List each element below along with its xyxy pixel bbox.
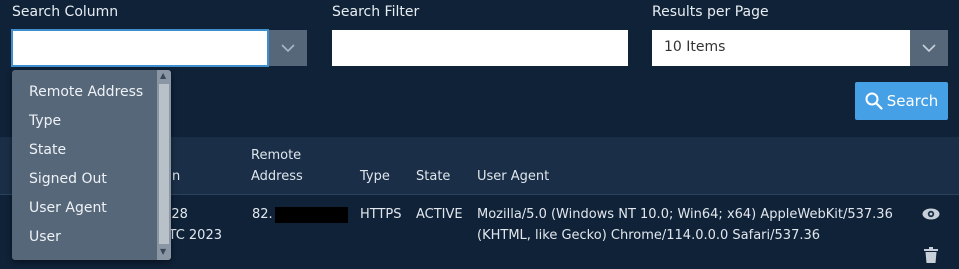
cell-remote-address: 82. xyxy=(252,204,348,225)
cell-user-agent: Mozilla/5.0 (Windows NT 10.0; Win64; x64… xyxy=(477,204,893,246)
dropdown-option-user[interactable]: User xyxy=(29,229,61,245)
header-remote-address-line1: Remote xyxy=(251,148,302,163)
dropdown-option-state[interactable]: State xyxy=(29,142,66,158)
scroll-up-icon[interactable]: ▲ xyxy=(160,71,166,80)
dropdown-option-signed-out[interactable]: Signed Out xyxy=(29,171,107,187)
search-column-toggle[interactable] xyxy=(269,30,307,66)
search-filter-label: Search Filter xyxy=(332,4,420,20)
cell-state: ACTIVE xyxy=(416,207,463,222)
results-per-page-select[interactable]: 10 Items xyxy=(652,30,910,66)
search-column-select[interactable] xyxy=(11,29,269,67)
search-button-label: Search xyxy=(886,92,939,110)
results-per-page-label: Results per Page xyxy=(652,4,769,20)
dropdown-scrollbar[interactable]: ▲ ▼ xyxy=(157,70,171,260)
search-button[interactable]: Search xyxy=(855,82,948,120)
chevron-down-icon xyxy=(922,43,936,52)
header-user-agent[interactable]: User Agent xyxy=(477,166,549,187)
header-state[interactable]: State xyxy=(416,166,450,187)
search-icon xyxy=(865,92,883,110)
search-column-label: Search Column xyxy=(12,4,119,20)
chevron-down-icon xyxy=(281,43,295,52)
scroll-down-icon[interactable]: ▼ xyxy=(160,247,166,256)
redaction-block xyxy=(274,206,348,223)
header-type[interactable]: Type xyxy=(360,166,390,187)
cell-remote-address-prefix: 82. xyxy=(252,207,273,222)
cell-type: HTTPS xyxy=(360,207,402,222)
eye-icon[interactable] xyxy=(922,207,940,221)
results-per-page-value: 10 Items xyxy=(664,39,726,55)
results-per-page-toggle[interactable] xyxy=(910,30,948,66)
header-remote-address-line2: Address xyxy=(251,169,303,184)
header-remote-address[interactable]: Remote Address xyxy=(251,145,303,187)
trash-icon[interactable] xyxy=(924,247,938,263)
dropdown-option-remote-address[interactable]: Remote Address xyxy=(29,84,143,100)
dropdown-option-user-agent[interactable]: User Agent xyxy=(29,200,107,216)
scrollbar-thumb[interactable] xyxy=(159,84,169,244)
search-column-dropdown[interactable]: Remote Address Type State Signed Out Use… xyxy=(12,70,171,260)
header-signed-in[interactable]: n xyxy=(172,166,180,187)
cell-user-agent-line2: (KHTML, like Gecko) Chrome/114.0.0.0 Saf… xyxy=(477,228,821,243)
dropdown-option-type[interactable]: Type xyxy=(29,113,61,129)
cell-user-agent-line1: Mozilla/5.0 (Windows NT 10.0; Win64; x64… xyxy=(477,207,893,222)
search-filter-input[interactable] xyxy=(332,30,628,66)
